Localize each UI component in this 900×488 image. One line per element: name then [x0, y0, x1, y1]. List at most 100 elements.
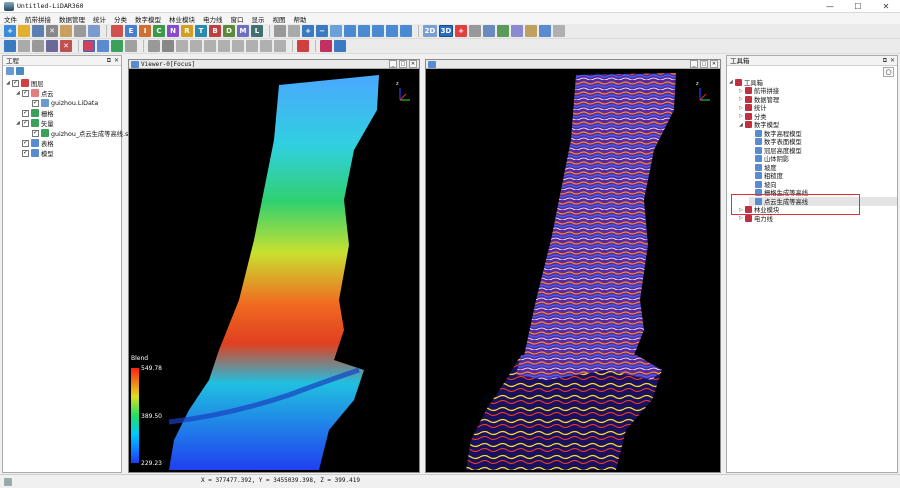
zoom-out-icon[interactable]: − [316, 25, 328, 37]
viewer-1-minimize[interactable]: _ [690, 60, 698, 68]
menu-item-7[interactable]: 电力线 [203, 14, 223, 24]
layer-icon[interactable] [497, 25, 509, 37]
open-icon[interactable] [18, 25, 30, 37]
view-front-icon[interactable] [358, 25, 370, 37]
float-icon[interactable]: ⧉ [883, 56, 887, 66]
remove-layer-icon[interactable] [16, 67, 24, 75]
fill-icon[interactable] [260, 40, 272, 52]
view-iso-icon[interactable] [400, 25, 412, 37]
menu-item-1[interactable]: 航带拼接 [25, 14, 51, 24]
color-by-intensity-icon[interactable] [125, 40, 137, 52]
view-top-icon[interactable] [344, 25, 356, 37]
project-item-2[interactable]: guizhou.LiData [26, 98, 98, 108]
toolbox-item-6[interactable]: 数字高程模型 [749, 129, 802, 138]
viewer-1[interactable]: _ □ ✕ z [425, 59, 721, 473]
viewer-0-close[interactable]: ✕ [409, 60, 417, 68]
render-icon[interactable] [83, 40, 95, 52]
toolbox-item-2[interactable]: ▷ 数据管理 [739, 95, 779, 104]
b-icon[interactable]: B [209, 25, 221, 37]
float-icon[interactable]: ⧉ [107, 56, 111, 66]
minimize-button[interactable]: — [816, 0, 844, 13]
toolbox-item-16[interactable]: ▷ 电力线 [739, 214, 773, 223]
layer-checkbox[interactable] [22, 119, 29, 127]
brush-icon[interactable] [232, 40, 244, 52]
d-icon[interactable]: D [223, 25, 235, 37]
toolbox-item-12[interactable]: 坡向 [749, 180, 777, 189]
toolbox-item-8[interactable]: 冠层高度模型 [749, 146, 802, 155]
layer-checkbox[interactable] [32, 129, 39, 137]
menu-item-2[interactable]: 数据管理 [59, 14, 85, 24]
lasso-icon[interactable] [218, 40, 230, 52]
menu-item-10[interactable]: 视图 [273, 14, 286, 24]
view-2d-button[interactable]: 2D [423, 25, 437, 37]
rect-select-icon[interactable] [190, 40, 202, 52]
menu-item-8[interactable]: 窗口 [231, 14, 244, 24]
menu-item-9[interactable]: 显示 [252, 14, 265, 24]
menu-item-11[interactable]: 帮助 [294, 14, 307, 24]
toolbox-item-0[interactable]: ◢ 工具箱 [729, 78, 763, 87]
cube-icon[interactable] [320, 40, 332, 52]
project-item-4[interactable]: ◢矢量 [16, 118, 54, 128]
export-icon[interactable] [334, 40, 346, 52]
save-icon[interactable] [32, 25, 44, 37]
delete-icon[interactable]: ✕ [46, 25, 58, 37]
layer-checkbox[interactable] [22, 149, 29, 157]
circle-select-icon[interactable] [204, 40, 216, 52]
viewer-1-close[interactable]: ✕ [710, 60, 718, 68]
view-back-icon[interactable] [386, 25, 398, 37]
zoom-extent-icon[interactable] [330, 25, 342, 37]
toolbox-item-11[interactable]: 粗糙度 [749, 172, 783, 180]
pan-icon[interactable] [288, 25, 300, 37]
crosshair-icon[interactable]: + [455, 25, 467, 37]
settings-icon[interactable] [553, 25, 565, 37]
viewer-0-minimize[interactable]: _ [389, 60, 397, 68]
c-icon[interactable]: C [153, 25, 165, 37]
close-panel-icon[interactable]: ✕ [890, 56, 895, 66]
i-icon[interactable]: I [139, 25, 151, 37]
toolbox-item-7[interactable]: 数字表面模型 [749, 138, 802, 146]
r-icon[interactable]: R [181, 25, 193, 37]
menu-item-6[interactable]: 林业模块 [169, 14, 195, 24]
profile-icon[interactable] [111, 25, 123, 37]
project-item-7[interactable]: 模型 [16, 148, 54, 158]
toolbox-item-4[interactable]: ▷ 分类 [739, 112, 767, 121]
project-item-1[interactable]: ◢点云 [16, 88, 54, 98]
viewer-0-maximize[interactable]: □ [399, 60, 407, 68]
light-icon[interactable] [525, 25, 537, 37]
reset-icon[interactable] [46, 40, 58, 52]
phone-icon[interactable] [539, 25, 551, 37]
toolbox-item-9[interactable]: 山体阴影 [749, 155, 789, 163]
menu-item-3[interactable]: 统计 [93, 14, 106, 24]
grid-icon[interactable] [88, 25, 100, 37]
rotate-icon[interactable] [274, 25, 286, 37]
project-item-0[interactable]: ◢图层 [6, 78, 44, 88]
clip-icon[interactable] [162, 40, 174, 52]
zoom-in-icon[interactable]: + [302, 25, 314, 37]
clear-icon[interactable]: ✕ [60, 40, 72, 52]
folder-icon[interactable] [60, 25, 72, 37]
search-icon[interactable]: ○ [883, 67, 894, 77]
select-icon[interactable] [4, 40, 16, 52]
t-icon[interactable]: T [195, 25, 207, 37]
toolbox-item-10[interactable]: 坡度 [749, 163, 777, 172]
layer-checkbox[interactable] [12, 79, 19, 87]
stats-icon[interactable] [74, 25, 86, 37]
section-icon[interactable] [148, 40, 160, 52]
eraser-icon[interactable] [246, 40, 258, 52]
line-icon[interactable] [274, 40, 286, 52]
ruler-icon[interactable] [469, 25, 481, 37]
toolbox-item-5[interactable]: ◢ 数字模型 [739, 121, 779, 129]
menu-item-0[interactable]: 文件 [4, 14, 17, 24]
layer-checkbox[interactable] [32, 99, 39, 107]
e-icon[interactable]: E [125, 25, 137, 37]
measure-icon[interactable] [483, 25, 495, 37]
toolbox-item-3[interactable]: ▷ 统计 [739, 104, 767, 112]
project-item-5[interactable]: guizhou_点云生成等高线.sh [26, 128, 132, 138]
menu-item-4[interactable]: 分类 [114, 14, 127, 24]
close-panel-icon[interactable]: ✕ [114, 56, 119, 66]
view-side-icon[interactable] [372, 25, 384, 37]
screenshot-icon[interactable] [511, 25, 523, 37]
layer-checkbox[interactable] [22, 139, 29, 147]
project-item-6[interactable]: 表格 [16, 138, 54, 148]
project-item-3[interactable]: 栅格 [16, 108, 54, 118]
